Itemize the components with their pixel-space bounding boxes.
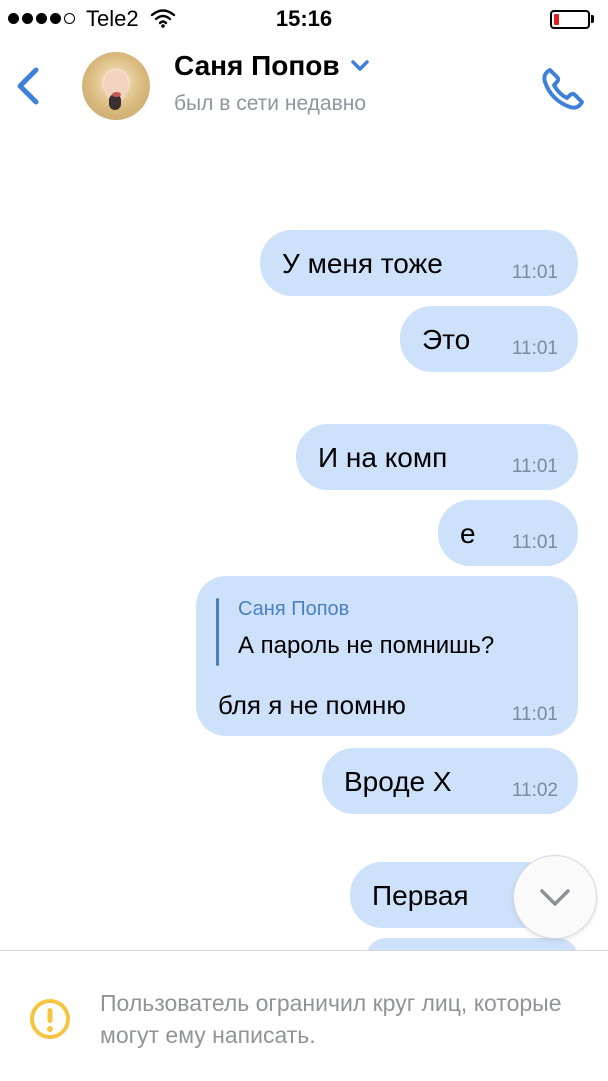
message-bubble[interactable]: И на комп 11:01 [296,424,578,490]
chat-header: Саня Попов был в сети недавно [0,40,608,136]
contact-status: был в сети недавно [174,92,367,115]
reply-author: Саня Попов [238,598,350,620]
battery-icon [550,10,590,29]
reply-text: А пароль не помнишь? [238,632,495,659]
message-text: бля я не помню [218,690,406,720]
message-text: У меня тоже [282,248,443,279]
message-text: Первая [372,880,469,911]
avatar[interactable] [82,52,150,120]
scroll-to-bottom-button[interactable] [514,856,596,938]
message-bubble[interactable]: Это 11:01 [400,306,578,372]
message-bubble[interactable]: Вроде Х 11:02 [322,748,578,814]
warning-circle-icon [30,999,70,1039]
message-time: 11:01 [511,338,558,359]
message-bubble[interactable]: е 11:01 [438,500,578,566]
contact-title[interactable]: Саня Попов [174,50,370,82]
message-bubble[interactable]: У меня тоже 11:01 [260,230,578,296]
status-bar: Tele2 15:16 [0,0,608,40]
message-time: 11:02 [511,780,558,801]
message-text: Это [422,324,471,355]
restriction-footer: Пользователь ограничил круг лиц, которые… [0,950,608,1081]
message-time: 11:01 [511,456,558,477]
dropdown-chevron-icon[interactable] [350,59,370,73]
message-time: 11:01 [511,532,558,553]
back-chevron-icon[interactable] [14,66,42,106]
message-time: 11:01 [511,704,558,725]
restriction-notice: Пользователь ограничил круг лиц, которые… [100,990,562,1048]
message-text: И на комп [318,442,448,473]
clock: 15:16 [275,6,333,31]
message-text: е [460,518,476,549]
battery-nub [591,15,594,23]
message-text: Вроде Х [344,766,452,797]
phone-icon[interactable] [540,66,586,112]
contact-name[interactable]: Саня Попов [174,50,340,82]
message-time: 11:01 [511,262,558,283]
reply-quote-bar [216,598,219,666]
chevron-down-icon [540,889,570,906]
message-bubble-reply[interactable]: Саня Попов А пароль не помнишь? бля я не… [196,576,578,736]
